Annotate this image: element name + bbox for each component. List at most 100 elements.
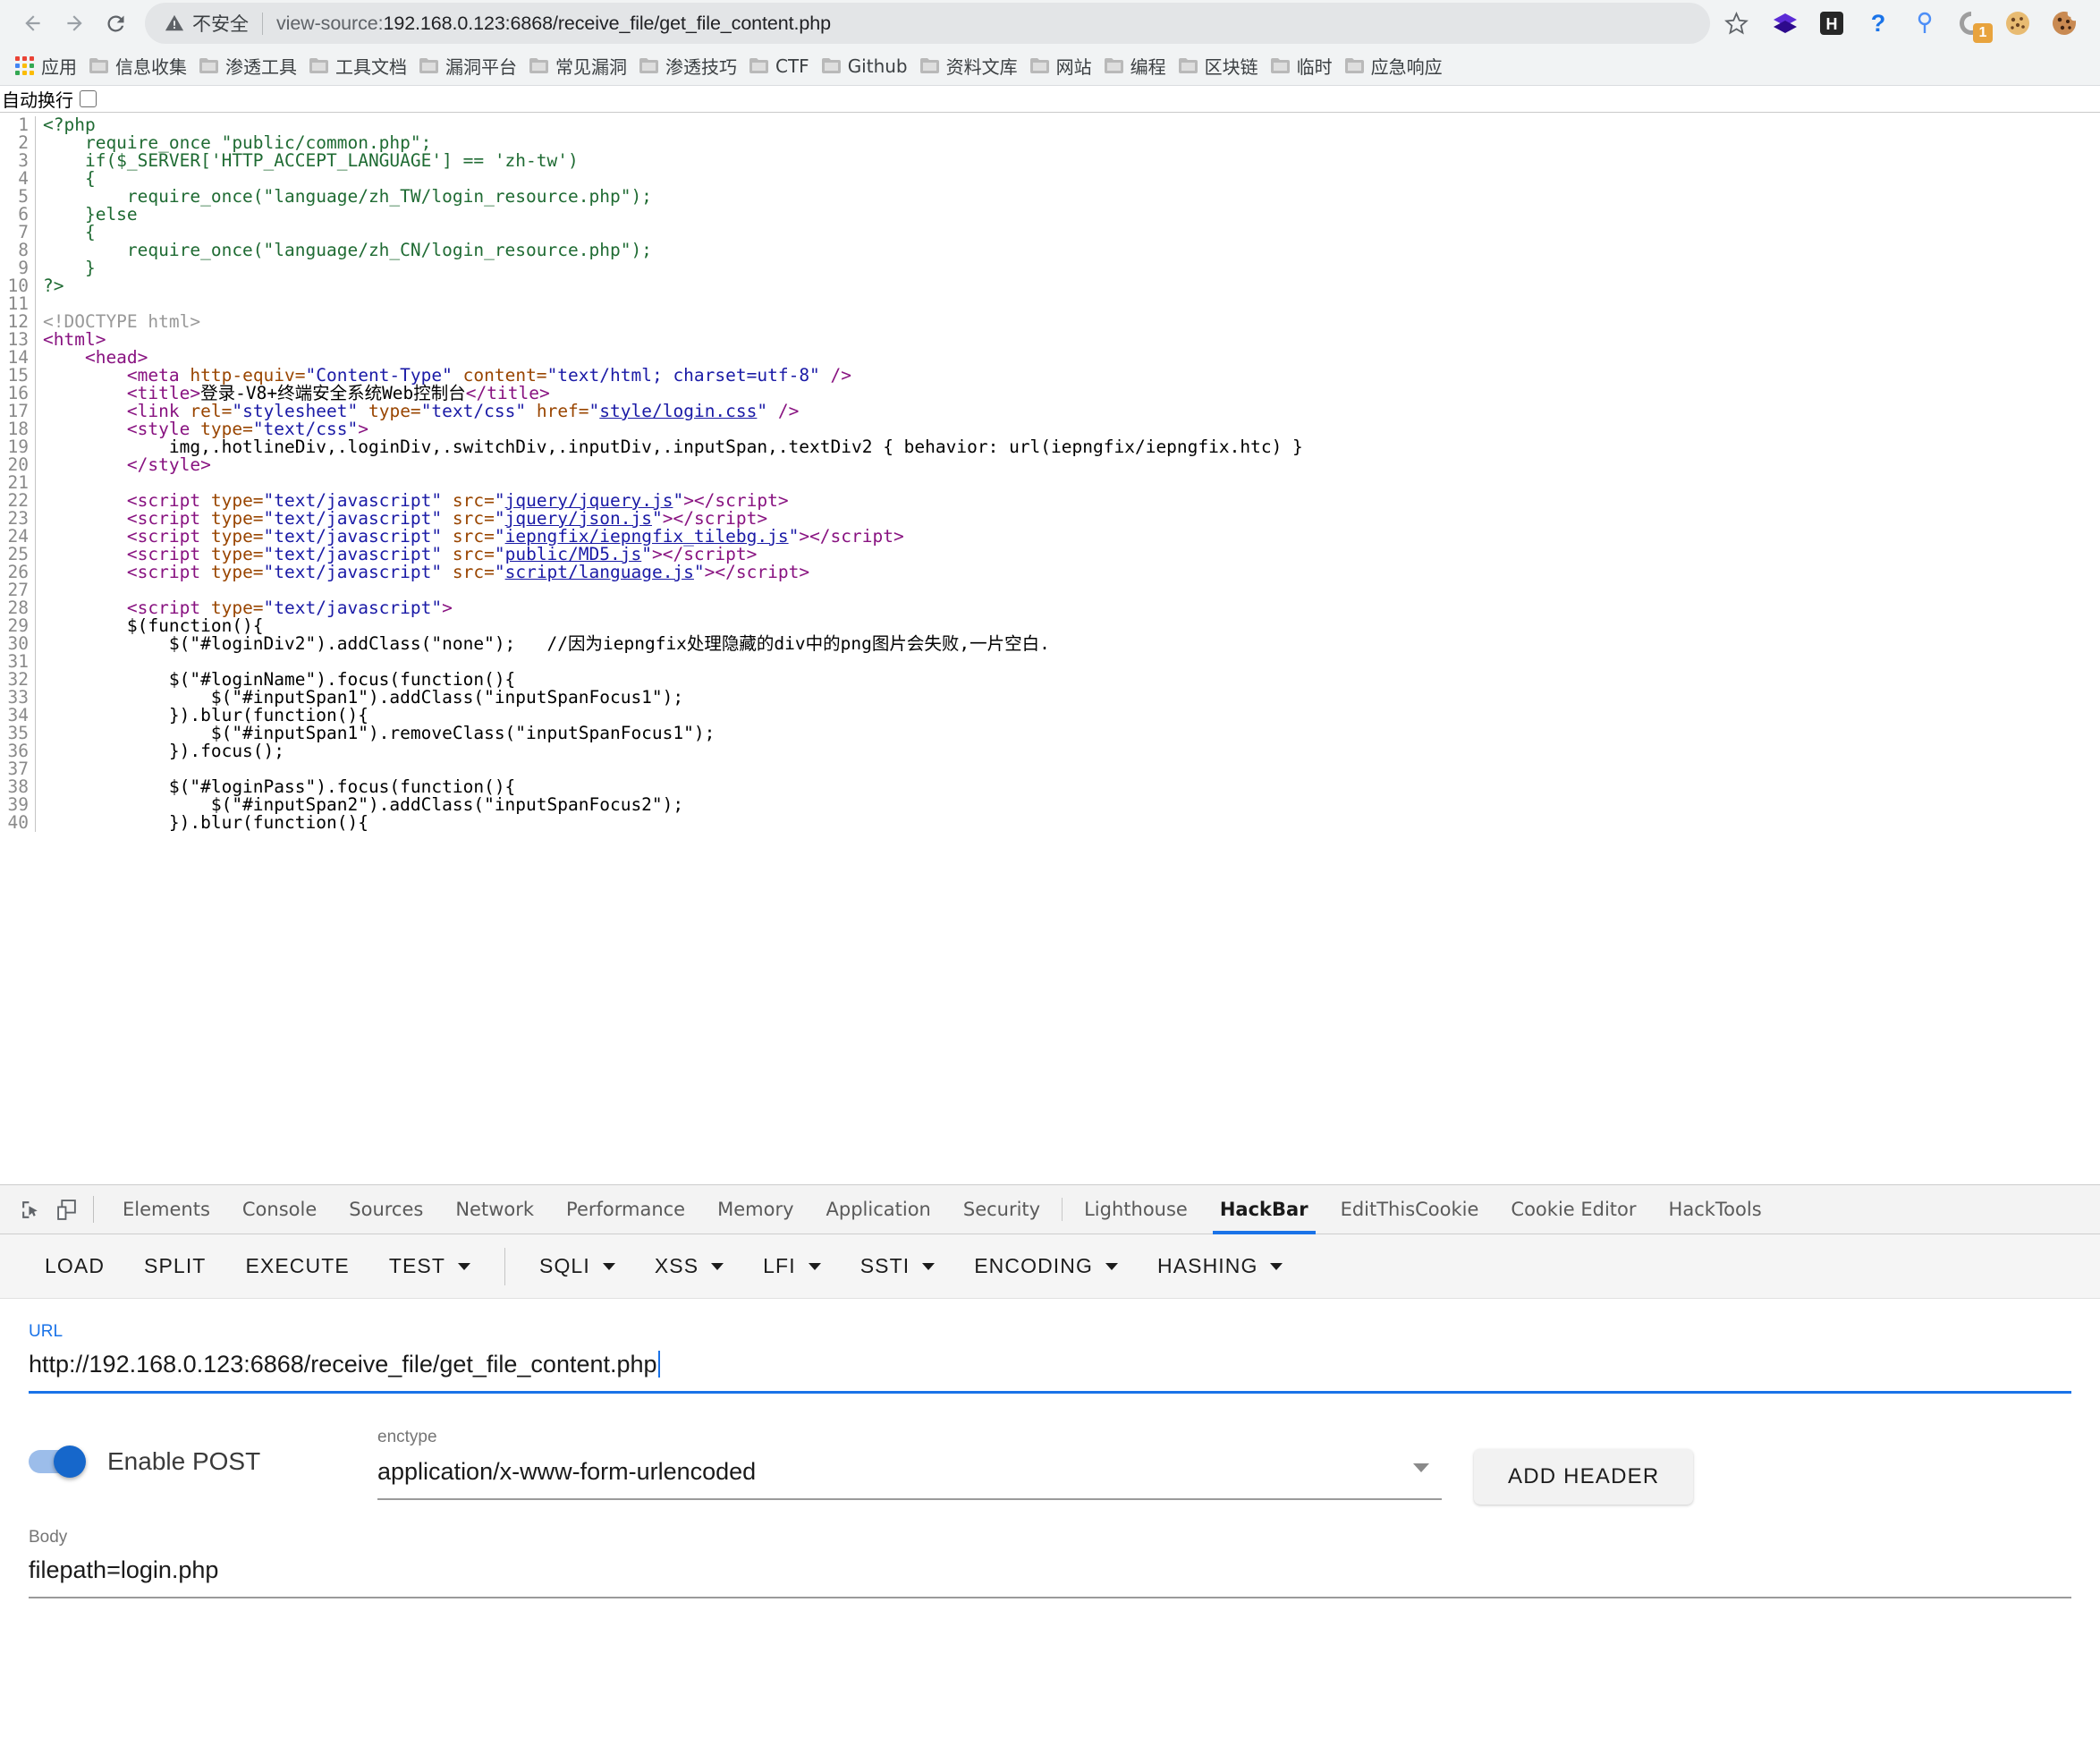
- sqli-dropdown-button[interactable]: SQLI: [520, 1243, 635, 1289]
- bookmark-item-9[interactable]: 资料文库: [914, 49, 1024, 82]
- source-line: {: [43, 168, 96, 189]
- chevron-down-icon: [1105, 1262, 1118, 1270]
- split-button[interactable]: SPLIT: [124, 1243, 225, 1289]
- source-line: require_once("language/zh_TW/login_resou…: [43, 186, 652, 207]
- add-header-button[interactable]: ADD HEADER: [1474, 1449, 1694, 1505]
- chevron-down-icon: [458, 1262, 470, 1270]
- source-line: }: [43, 258, 96, 278]
- line-number: 20: [7, 454, 29, 475]
- tab-sources[interactable]: Sources: [333, 1185, 439, 1234]
- tab-cookie-editor[interactable]: Cookie Editor: [1495, 1185, 1652, 1234]
- encoding-label: ENCODING: [974, 1254, 1093, 1277]
- bookmark-item-4[interactable]: 漏洞平台: [413, 49, 523, 82]
- line-number: 27: [7, 580, 29, 600]
- cookie-editor-icon[interactable]: [2045, 4, 2083, 42]
- address-bar[interactable]: 不安全 view-source:192.168.0.123:6868/recei…: [145, 3, 1710, 44]
- bookmark-star-icon[interactable]: [1715, 3, 1757, 44]
- tab-network[interactable]: Network: [439, 1185, 550, 1234]
- question-mark-icon[interactable]: ?: [1859, 4, 1897, 42]
- bookmark-item-5[interactable]: 常见漏洞: [523, 49, 633, 82]
- tab-console[interactable]: Console: [226, 1185, 333, 1234]
- source-line: {: [43, 222, 96, 242]
- inspect-element-icon[interactable]: [13, 1191, 48, 1227]
- forward-arrow-icon[interactable]: [54, 3, 95, 44]
- tab-hackbar[interactable]: HackBar: [1204, 1185, 1325, 1234]
- line-number: 15: [7, 365, 29, 386]
- tab-memory[interactable]: Memory: [701, 1185, 809, 1234]
- chevron-down-icon: [1270, 1262, 1283, 1270]
- bookmark-item-12[interactable]: 区块链: [1173, 49, 1265, 82]
- reload-icon[interactable]: [95, 3, 136, 44]
- source-line: <meta http-equiv="Content-Type" content=…: [43, 365, 852, 386]
- svg-text:H: H: [1826, 15, 1838, 33]
- encoding-dropdown-button[interactable]: ENCODING: [954, 1243, 1138, 1289]
- url-text[interactable]: view-source:192.168.0.123:6868/receive_f…: [276, 13, 831, 35]
- tab-application[interactable]: Application: [810, 1185, 947, 1234]
- loading-circle-icon[interactable]: 1: [1952, 4, 1993, 43]
- source-line: <script type="text/javascript" src="scri…: [43, 562, 810, 582]
- line-number: 3: [18, 150, 29, 171]
- line-number: 7: [18, 222, 29, 242]
- chevron-down-icon[interactable]: [1413, 1463, 1429, 1472]
- source-code-lines[interactable]: <?php require_once "public/common.php"; …: [36, 116, 2100, 832]
- source-line: <?php: [43, 116, 96, 135]
- line-number: 8: [18, 240, 29, 260]
- line-number: 28: [7, 598, 29, 618]
- bookmark-item-13[interactable]: 临时: [1265, 49, 1339, 82]
- lfi-dropdown-button[interactable]: LFI: [743, 1243, 841, 1289]
- hackbar-h-icon[interactable]: H: [1813, 4, 1850, 42]
- xss-dropdown-button[interactable]: XSS: [635, 1243, 743, 1289]
- source-line: <title>登录-V8+终端安全系统Web控制台</title>: [43, 383, 550, 403]
- line-number: 40: [7, 812, 29, 833]
- line-number: 18: [7, 419, 29, 439]
- body-input[interactable]: filepath=login.php: [29, 1547, 218, 1584]
- line-number: 39: [7, 794, 29, 815]
- enctype-select[interactable]: enctype application/x-www-form-urlencode…: [377, 1428, 1442, 1500]
- load-button[interactable]: LOAD: [25, 1243, 124, 1289]
- tab-security[interactable]: Security: [947, 1185, 1056, 1234]
- bookmark-item-10[interactable]: 网站: [1024, 49, 1098, 82]
- bookmark-item-8[interactable]: Github: [816, 52, 914, 81]
- tab-performance[interactable]: Performance: [550, 1185, 701, 1234]
- bookmark-item-7[interactable]: CTF: [743, 52, 816, 81]
- tab-elements[interactable]: Elements: [106, 1185, 226, 1234]
- source-line: require_once "public/common.php";: [43, 132, 432, 153]
- hackbar-body: URL http://192.168.0.123:6868/receive_fi…: [0, 1299, 2100, 1751]
- body-input-underline: [29, 1597, 2071, 1598]
- source-line: if($_SERVER['HTTP_ACCEPT_LANGUAGE'] == '…: [43, 150, 579, 171]
- tab-hacktools[interactable]: HackTools: [1653, 1185, 1778, 1234]
- line-number: 13: [7, 329, 29, 350]
- line-number: 2: [18, 132, 29, 153]
- url-scheme: view-source:: [276, 12, 384, 34]
- enctype-label: enctype: [377, 1428, 437, 1446]
- ssti-dropdown-button[interactable]: SSTI: [841, 1243, 955, 1289]
- bookmark-item-3[interactable]: 工具文档: [303, 49, 413, 82]
- test-dropdown-button[interactable]: TEST: [369, 1243, 490, 1289]
- back-arrow-icon[interactable]: [13, 3, 54, 44]
- hashing-dropdown-button[interactable]: HASHING: [1138, 1243, 1303, 1289]
- tab-editthiscookie[interactable]: EditThisCookie: [1325, 1185, 1495, 1234]
- key-icon[interactable]: [1906, 4, 1943, 42]
- line-wrap-checkbox[interactable]: [80, 90, 97, 107]
- bookmark-item-1[interactable]: 信息收集: [83, 49, 193, 82]
- source-line: <style type="text/css">: [43, 419, 368, 439]
- tab-lighthouse[interactable]: Lighthouse: [1068, 1185, 1204, 1234]
- bookmark-item-11[interactable]: 编程: [1098, 49, 1173, 82]
- url-input[interactable]: http://192.168.0.123:6868/receive_file/g…: [29, 1342, 660, 1378]
- device-toolbar-icon[interactable]: [48, 1191, 84, 1227]
- execute-button[interactable]: EXECUTE: [225, 1243, 368, 1289]
- enable-post-toggle-group[interactable]: Enable POST: [29, 1428, 377, 1478]
- bookmark-item-14[interactable]: 应急响应: [1339, 49, 1449, 82]
- source-line: $(function(){: [43, 615, 264, 636]
- bookmark-item-2[interactable]: 渗透工具: [193, 49, 303, 82]
- bookmark-item-apps[interactable]: 应用: [9, 49, 83, 82]
- source-line: <script type="text/javascript" src="jque…: [43, 508, 768, 529]
- cookie-icon[interactable]: [1999, 4, 2036, 42]
- line-number: 31: [7, 651, 29, 672]
- wappalyzer-icon[interactable]: [1766, 4, 1804, 42]
- url-input-underline: [29, 1391, 2071, 1394]
- bookmark-item-6[interactable]: 渗透技巧: [633, 49, 743, 82]
- source-code-area[interactable]: 1 2 3 4 5 6 7 8 9 10 11 12 13 14 15 16 17 18 19 20 21 22 23 24 2…: [0, 113, 2100, 832]
- security-status-chip[interactable]: 不安全: [165, 10, 249, 37]
- enable-post-toggle[interactable]: [29, 1446, 86, 1478]
